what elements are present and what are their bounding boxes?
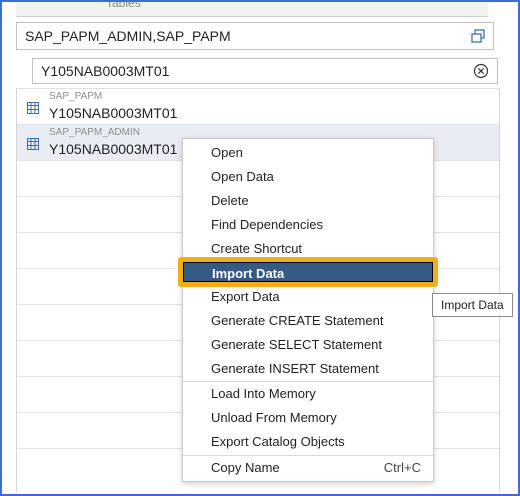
copy-icon[interactable]	[471, 29, 485, 43]
menu-item-label: Open	[211, 145, 243, 160]
result-schema: SAP_PAPM_ADMIN	[49, 127, 140, 138]
menu-item-generate-select[interactable]: Generate SELECT Statement	[183, 333, 433, 357]
table-icon	[27, 137, 39, 150]
clear-circle-icon[interactable]	[473, 63, 489, 79]
menu-item-export-data[interactable]: Export Data	[183, 285, 433, 309]
tooltip: Import Data	[432, 293, 513, 317]
schema-filter-bar[interactable]: SAP_PAPM_ADMIN,SAP_PAPM	[16, 22, 494, 50]
catalog-search-panel: Tables SAP_PAPM_ADMIN,SAP_PAPM Y105NAB00…	[0, 0, 520, 496]
menu-item-find-dependencies[interactable]: Find Dependencies	[183, 213, 433, 237]
menu-item-shortcut: Ctrl+C	[383, 460, 421, 475]
menu-item-delete[interactable]: Delete	[183, 189, 433, 213]
result-name: Y105NAB0003MT01	[49, 105, 178, 121]
menu-item-generate-insert[interactable]: Generate INSERT Statement	[183, 357, 433, 381]
menu-item-label: Load Into Memory	[211, 386, 316, 401]
context-menu: Open Open Data Delete Find Dependencies …	[178, 138, 438, 482]
partial-header-text: Tables	[106, 0, 141, 10]
menu-item-open-data[interactable]: Open Data	[183, 165, 433, 189]
menu-item-label: Import Data	[212, 266, 285, 281]
schema-filter-value: SAP_PAPM_ADMIN,SAP_PAPM	[25, 28, 231, 44]
menu-item-unload-from-memory[interactable]: Unload From Memory	[183, 406, 433, 430]
menu-item-highlight-fill: Import Data	[183, 262, 433, 282]
menu-item-label: Find Dependencies	[211, 217, 324, 232]
menu-item-open[interactable]: Open	[183, 141, 433, 165]
menu-item-generate-create[interactable]: Generate CREATE Statement	[183, 309, 433, 333]
menu-item-load-into-memory[interactable]: Load Into Memory	[183, 382, 433, 406]
result-schema: SAP_PAPM	[49, 91, 103, 102]
menu-item-label: Open Data	[211, 169, 274, 184]
menu-item-label: Export Catalog Objects	[211, 434, 345, 449]
menu-item-label: Unload From Memory	[211, 410, 337, 425]
menu-item-label: Generate CREATE Statement	[211, 313, 384, 328]
result-row[interactable]: SAP_PAPM Y105NAB0003MT01	[17, 89, 499, 125]
menu-item-label: Delete	[211, 193, 249, 208]
search-field[interactable]	[32, 58, 498, 84]
partial-header-strip: Tables	[16, 2, 488, 17]
menu-item-export-catalog-objects[interactable]: Export Catalog Objects	[183, 430, 433, 454]
menu-item-copy-name[interactable]: Copy Name Ctrl+C	[183, 456, 433, 480]
search-input[interactable]	[41, 62, 461, 80]
menu-item-label: Export Data	[211, 289, 280, 304]
menu-item-label: Copy Name	[211, 460, 280, 475]
menu-item-label: Generate INSERT Statement	[211, 361, 379, 376]
result-name: Y105NAB0003MT01	[49, 141, 178, 157]
table-icon	[27, 101, 39, 114]
menu-item-import-data[interactable]: Import Data	[178, 257, 438, 287]
menu-item-label: Generate SELECT Statement	[211, 337, 383, 352]
